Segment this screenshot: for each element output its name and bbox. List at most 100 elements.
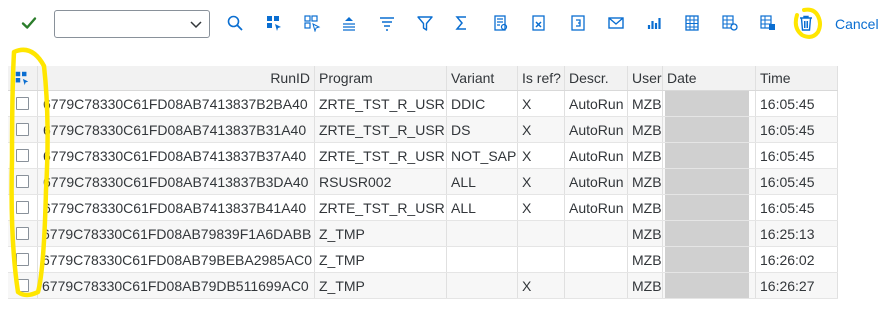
print-preview-button[interactable] <box>565 10 591 36</box>
program-cell: Z_TMP <box>315 273 447 298</box>
user-cell: MZB <box>628 195 663 220</box>
layout-select[interactable] <box>54 10 210 38</box>
settings-button[interactable] <box>717 10 743 36</box>
zoom-button[interactable] <box>222 10 248 36</box>
program-cell: Z_TMP <box>315 221 447 246</box>
table-row[interactable]: 6779C78330C61FD08AB7413837B2BA40 ZRTE_TS… <box>8 91 838 117</box>
header-date[interactable]: Date <box>663 66 756 90</box>
header-isref[interactable]: Is ref? <box>518 66 565 90</box>
select-all-button[interactable] <box>261 10 287 36</box>
details-icon <box>760 15 775 30</box>
subtotal-button[interactable] <box>488 10 514 36</box>
row-checkbox[interactable] <box>16 123 29 136</box>
user-cell: MZB <box>628 273 663 298</box>
row-checkbox[interactable] <box>16 253 29 266</box>
select-all-icon <box>15 71 29 86</box>
filter-button[interactable] <box>412 10 438 36</box>
descr-cell: AutoRun <box>565 143 628 168</box>
delete-button[interactable] <box>793 10 819 36</box>
variant-cell: NOT_SAP <box>447 143 518 168</box>
select-all-cell[interactable] <box>8 66 38 90</box>
program-cell: ZRTE_TST_R_USR <box>315 117 447 142</box>
descr-cell <box>565 221 628 246</box>
date-redacted <box>665 221 749 246</box>
date-redacted <box>665 143 749 168</box>
header-user[interactable]: User <box>628 66 663 90</box>
send-mail-button[interactable] <box>603 10 629 36</box>
row-select-cell <box>8 91 38 116</box>
table-row[interactable]: 6779C78330C61FD08AB7413837B3DA40 RSUSR00… <box>8 169 838 195</box>
header-descr[interactable]: Descr. <box>565 66 628 90</box>
user-cell: MZB <box>628 117 663 142</box>
check-icon <box>21 17 37 29</box>
settings-icon <box>722 15 738 31</box>
isref-cell: X <box>518 195 565 220</box>
variant-cell: DS <box>447 117 518 142</box>
descr-cell <box>565 247 628 272</box>
deselect-all-button[interactable] <box>299 10 325 36</box>
time-cell: 16:25:13 <box>756 221 838 246</box>
row-checkbox[interactable] <box>16 149 29 162</box>
date-cell <box>663 247 756 272</box>
table-row[interactable]: 6779C78330C61FD08AB7413837B41A40 ZRTE_TS… <box>8 195 838 221</box>
row-checkbox[interactable] <box>16 227 29 240</box>
runid-cell: 6779C78330C61FD08AB7413837B37A40 <box>38 143 315 168</box>
row-checkbox[interactable] <box>16 279 29 292</box>
time-cell: 16:26:02 <box>756 247 838 272</box>
sort-descending-button[interactable] <box>374 10 400 36</box>
row-select-cell <box>8 221 38 246</box>
toolbar: Cancel <box>0 0 892 50</box>
zoom-icon <box>227 15 243 31</box>
isref-cell: X <box>518 169 565 194</box>
header-time[interactable]: Time <box>756 66 838 90</box>
time-cell: 16:05:45 <box>756 91 838 116</box>
isref-cell <box>518 221 565 246</box>
sum-button[interactable] <box>449 10 475 36</box>
time-cell: 16:05:45 <box>756 195 838 220</box>
date-redacted <box>665 117 749 142</box>
runid-cell: 6779C78330C61FD08AB7413837B2BA40 <box>38 91 315 116</box>
row-checkbox[interactable] <box>16 97 29 110</box>
cancel-button[interactable]: Cancel <box>835 16 879 32</box>
header-runid[interactable]: RunID <box>38 66 315 90</box>
runid-cell: 6779C78330C61FD08AB79DB511699AC0 <box>38 273 315 298</box>
user-cell: MZB <box>628 169 663 194</box>
layout-icon <box>685 15 699 31</box>
chart-button[interactable] <box>641 10 667 36</box>
date-cell <box>663 91 756 116</box>
time-cell: 16:05:45 <box>756 117 838 142</box>
runid-cell: 6779C78330C61FD08AB79BEBA2985AC0 <box>38 247 315 272</box>
layout-button[interactable] <box>679 10 705 36</box>
table-row[interactable]: 6779C78330C61FD08AB79BEBA2985AC0 Z_TMP M… <box>8 247 838 273</box>
date-redacted <box>665 91 749 116</box>
table-row[interactable]: 6779C78330C61FD08AB7413837B31A40 ZRTE_TS… <box>8 117 838 143</box>
variant-cell <box>447 247 518 272</box>
descr-cell: AutoRun <box>565 169 628 194</box>
details-button[interactable] <box>755 10 781 36</box>
chevron-down-icon <box>190 21 202 29</box>
header-variant[interactable]: Variant <box>447 66 518 90</box>
export-button[interactable] <box>526 10 552 36</box>
row-checkbox[interactable] <box>16 201 29 214</box>
sort-descending-icon <box>380 17 394 31</box>
header-program[interactable]: Program <box>315 66 447 90</box>
isref-cell: X <box>518 273 565 298</box>
table-row[interactable]: 6779C78330C61FD08AB79DB511699AC0 Z_TMP X… <box>8 273 838 299</box>
descr-cell: AutoRun <box>565 195 628 220</box>
runid-cell: 6779C78330C61FD08AB79839F1A6DABB <box>38 221 315 246</box>
date-redacted <box>665 247 749 272</box>
sum-icon <box>455 16 466 30</box>
table-row[interactable]: 6779C78330C61FD08AB79839F1A6DABB Z_TMP M… <box>8 221 838 247</box>
descr-cell: AutoRun <box>565 91 628 116</box>
date-cell <box>663 195 756 220</box>
table-row[interactable]: 6779C78330C61FD08AB7413837B37A40 ZRTE_TS… <box>8 143 838 169</box>
program-cell: ZRTE_TST_R_USR <box>315 195 447 220</box>
runid-cell: 6779C78330C61FD08AB7413837B31A40 <box>38 117 315 142</box>
confirm-button[interactable] <box>16 10 42 36</box>
user-cell: MZB <box>628 91 663 116</box>
program-cell: Z_TMP <box>315 247 447 272</box>
user-cell: MZB <box>628 143 663 168</box>
sort-ascending-button[interactable] <box>336 10 362 36</box>
row-checkbox[interactable] <box>16 175 29 188</box>
time-cell: 16:05:45 <box>756 169 838 194</box>
